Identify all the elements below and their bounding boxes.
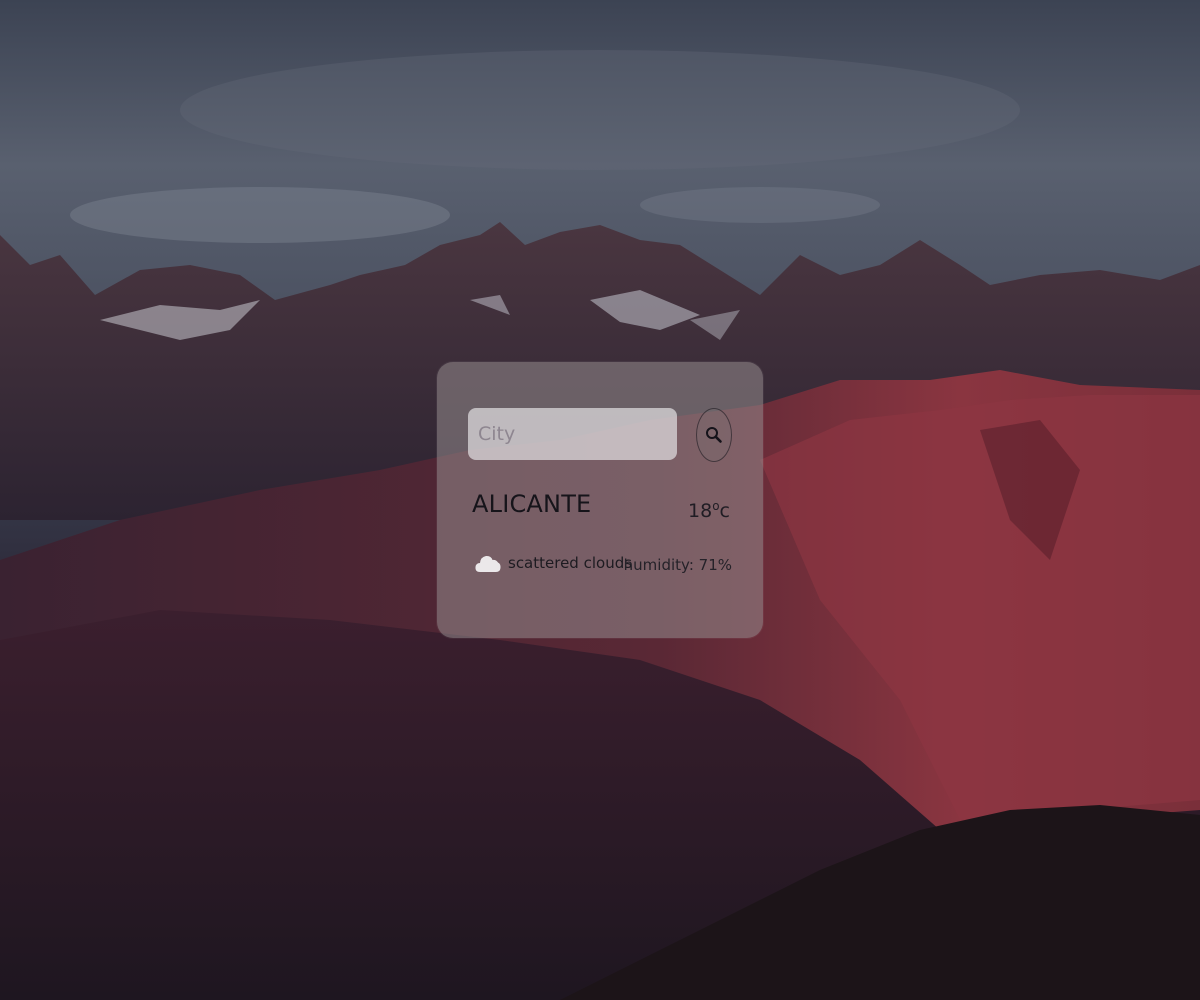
search-button[interactable] bbox=[696, 408, 732, 462]
search-icon bbox=[706, 427, 722, 443]
weather-description: scattered clouds bbox=[508, 554, 633, 572]
humidity: humidity: 71% bbox=[624, 556, 732, 574]
weather-card: ALICANTE 18oc scattered clouds humidity:… bbox=[437, 362, 763, 638]
weather-condition: scattered clouds bbox=[475, 552, 632, 574]
humidity-value: 71% bbox=[698, 556, 732, 574]
humidity-label: humidity: bbox=[623, 556, 694, 574]
cloud-icon bbox=[475, 555, 501, 572]
temperature: 18oc bbox=[688, 499, 730, 522]
temperature-value: 18 bbox=[688, 500, 713, 522]
temperature-unit: c bbox=[719, 500, 730, 522]
city-name: ALICANTE bbox=[472, 490, 592, 518]
city-search-input[interactable] bbox=[468, 408, 677, 460]
temperature-unit-degree: o bbox=[712, 499, 720, 513]
